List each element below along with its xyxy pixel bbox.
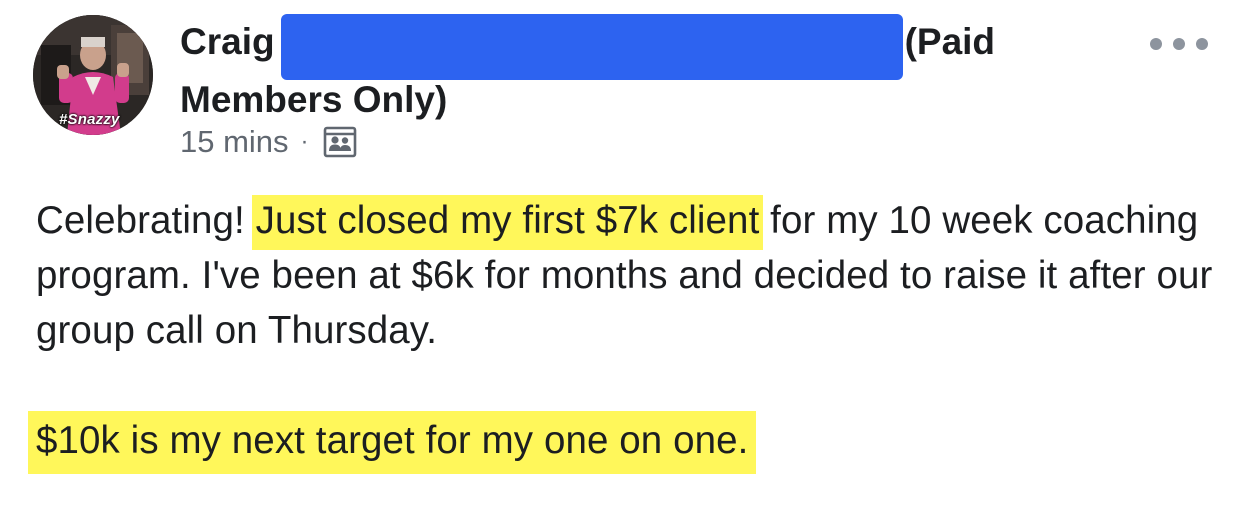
post-timestamp-link[interactable]: 15 mins xyxy=(180,124,289,160)
more-options-icon xyxy=(1196,38,1208,50)
avatar-badge-text: #Snazzy xyxy=(59,111,120,128)
post-paragraph-2: $10k is my next target for my one on one… xyxy=(28,411,1216,474)
author-name-link[interactable]: Craig xyxy=(180,21,275,62)
group-name-link-continued[interactable]: Members Only) xyxy=(180,74,1080,126)
meta-separator: · xyxy=(300,128,309,155)
post-header: Craig (Paid Members Only) xyxy=(180,14,1080,126)
highlighted-text: Just closed my first $7k client xyxy=(251,195,764,250)
group-members-icon[interactable] xyxy=(323,125,357,159)
post-meta: 15 mins · xyxy=(180,122,357,162)
group-name-link[interactable]: (Paid xyxy=(905,21,995,62)
feed-post: #Snazzy Craig (Paid Members Only) 15 mins… xyxy=(0,0,1236,517)
post-text-segment: Celebrating! xyxy=(36,199,256,242)
post-body: Celebrating! Just closed my first $7k cl… xyxy=(28,193,1216,474)
post-paragraph-1: Celebrating! Just closed my first $7k cl… xyxy=(36,193,1216,358)
author-avatar[interactable]: #Snazzy xyxy=(33,15,153,135)
redaction-box xyxy=(280,14,903,80)
more-options-icon xyxy=(1150,38,1162,50)
more-options-button[interactable] xyxy=(1150,32,1208,56)
highlighted-text: $10k is my next target for my one on one… xyxy=(28,411,757,474)
more-options-icon xyxy=(1173,38,1185,50)
